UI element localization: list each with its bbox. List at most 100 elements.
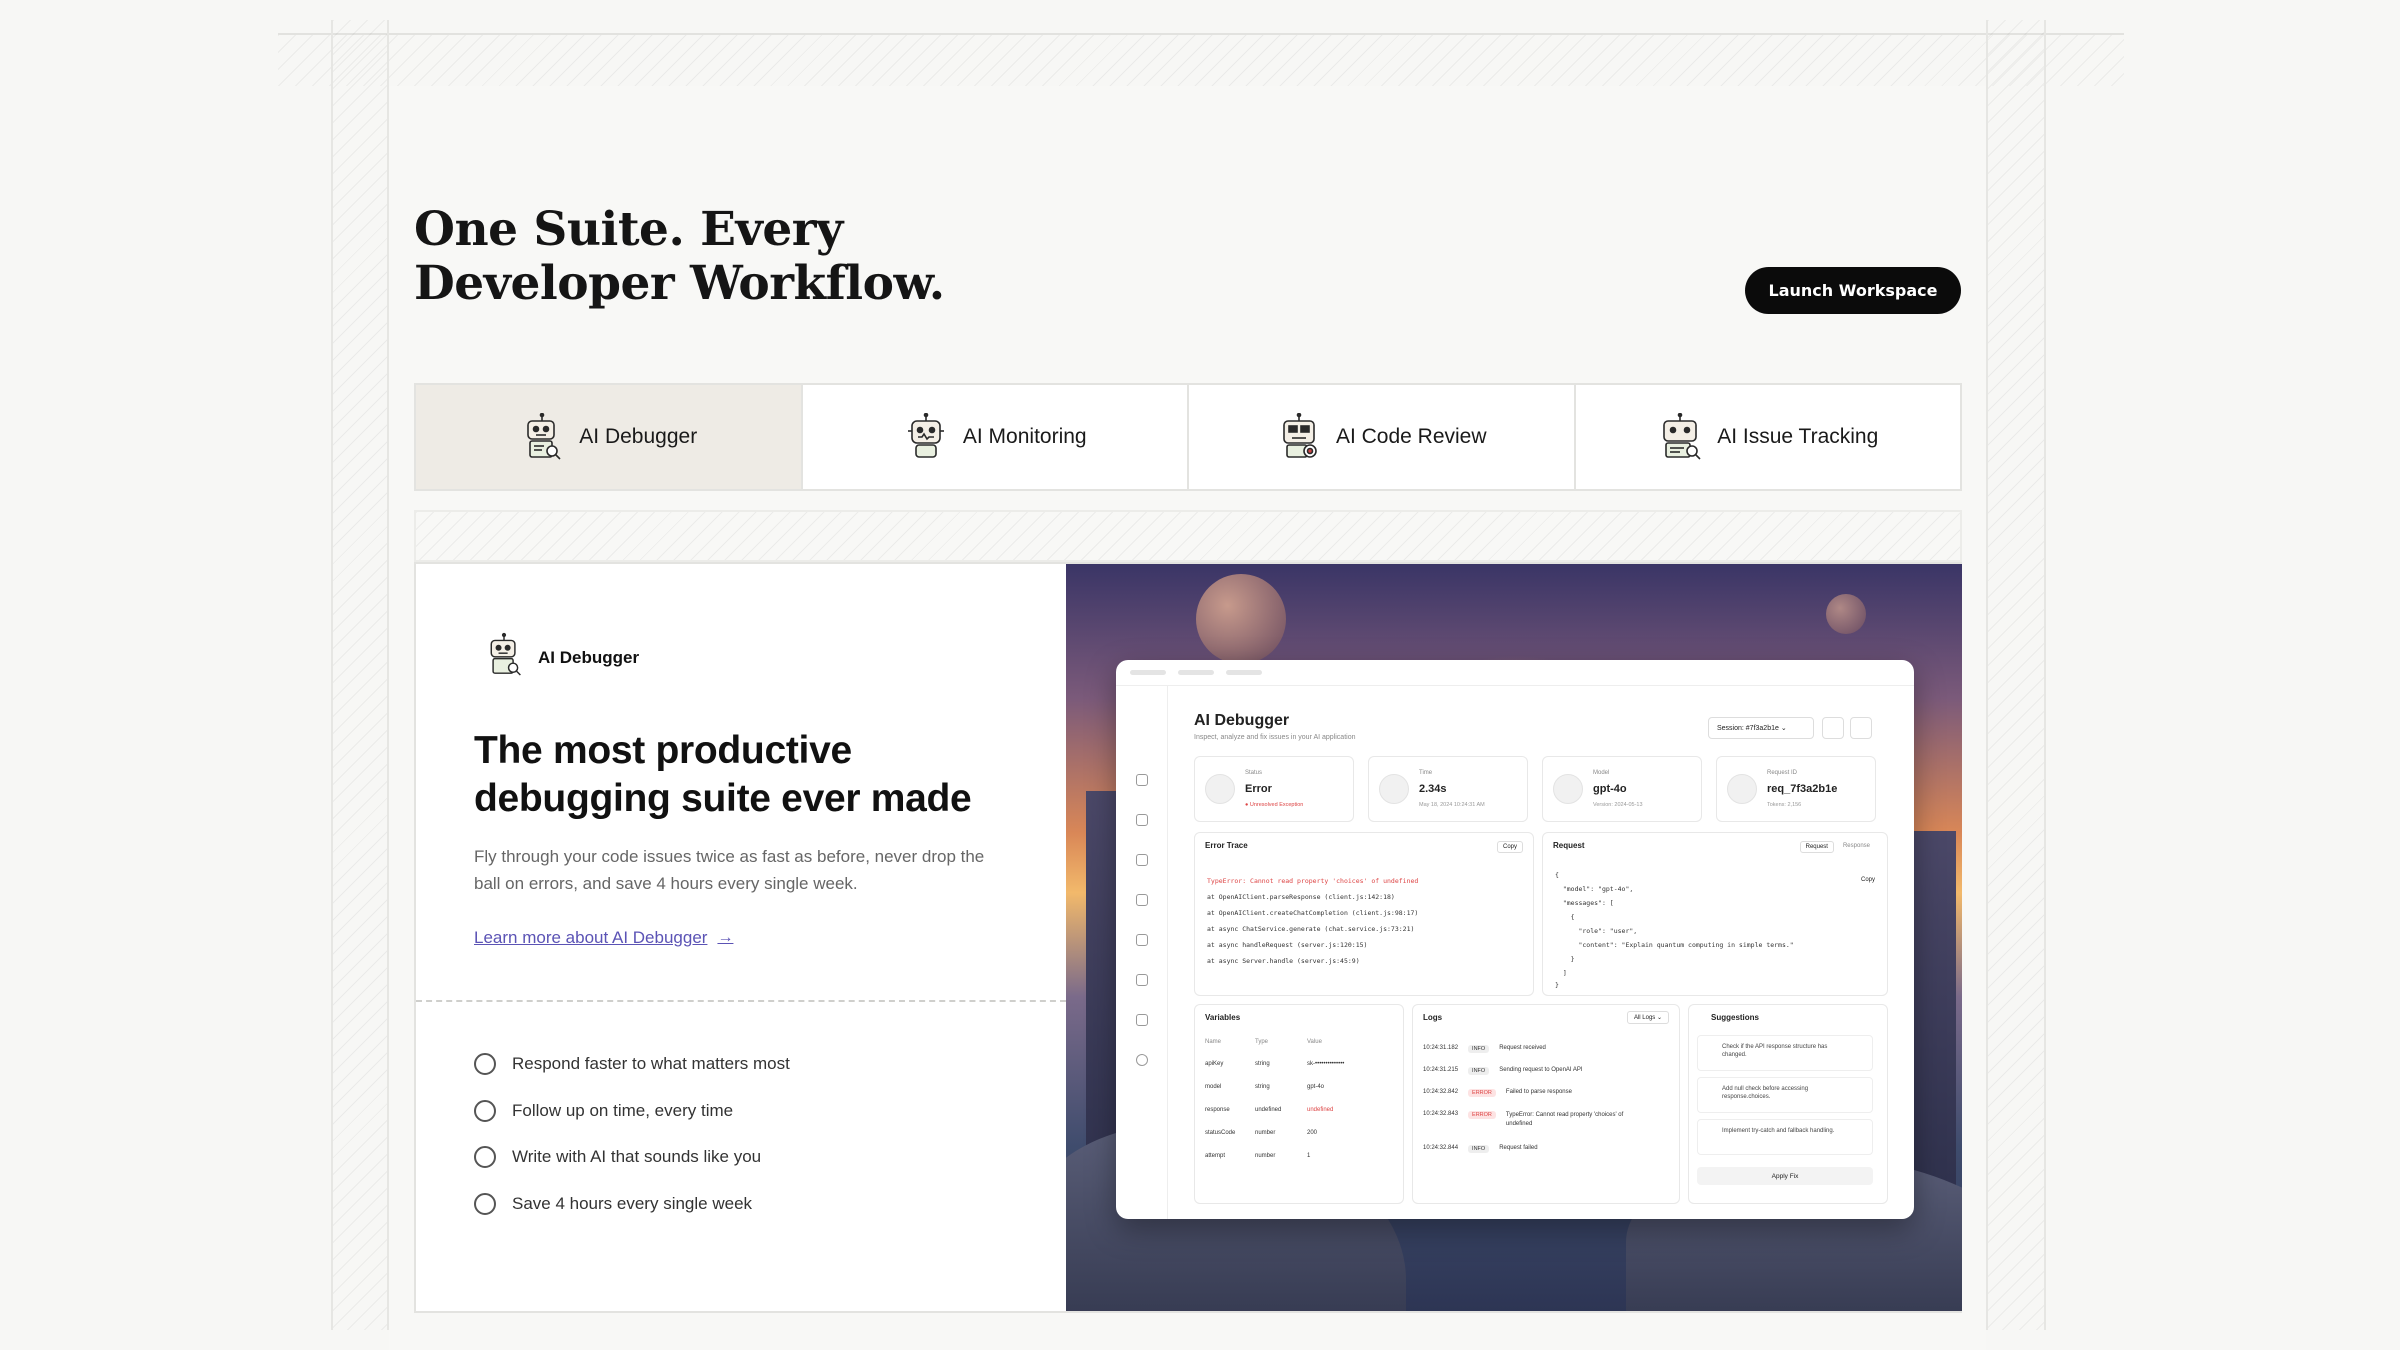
feature-copy: AI Debugger The most productive debuggin…	[416, 564, 1066, 1311]
stat-card-time: Time 2.34s May 18, 2024 10:24:31 AM	[1368, 756, 1528, 822]
suggestion-item[interactable]: Check if the API response structure has …	[1697, 1035, 1873, 1071]
col-header: Type	[1255, 1039, 1269, 1045]
stat-sub: May 18, 2024 10:24:31 AM	[1419, 802, 1485, 808]
suggestions-title-label: Suggestions	[1711, 1013, 1760, 1022]
stat-card-request-id: Request ID req_7f3a2b1e Tokens: 2,156	[1716, 756, 1876, 822]
launch-workspace-button[interactable]: Launch Workspace	[1745, 267, 1961, 314]
log-time: 10:24:31.215	[1423, 1067, 1459, 1073]
variables-title: Variables	[1205, 1013, 1241, 1022]
trace-line: at OpenAIClient.parseResponse (client.js…	[1207, 893, 1395, 901]
network-icon	[1136, 854, 1148, 866]
suggestions-title: Suggestions	[1699, 1013, 1759, 1022]
chart-icon	[1136, 974, 1148, 986]
code-icon	[1727, 774, 1757, 804]
log-level: INFO	[1468, 1145, 1490, 1153]
circle-icon	[474, 1099, 496, 1122]
cell: string	[1255, 1061, 1270, 1067]
cell: model	[1205, 1084, 1222, 1090]
feature-list: Respond faster to what matters most Foll…	[474, 1041, 790, 1227]
feature-item: Follow up on time, every time	[474, 1088, 790, 1135]
tab-request[interactable]: Request	[1799, 841, 1834, 853]
suggestion-item[interactable]: Implement try-catch and fallback handlin…	[1697, 1119, 1873, 1155]
cell: attempt	[1205, 1153, 1226, 1159]
file-icon	[1136, 934, 1148, 946]
cube-icon	[1553, 774, 1583, 804]
session-select[interactable]: Session: #7f3a2b1e ⌄	[1708, 717, 1814, 739]
code-line: {	[1555, 913, 1575, 921]
table-row: attempt number 1	[1205, 1153, 1310, 1159]
code-line: {	[1555, 871, 1559, 879]
stat-value: gpt-4o	[1593, 783, 1627, 795]
feature-item: Write with AI that sounds like you	[474, 1134, 790, 1181]
suggestion-text: Check if the API response structure has …	[1722, 1044, 1828, 1058]
tab-response[interactable]: Response	[1838, 841, 1875, 853]
code-line: "messages": [	[1555, 899, 1614, 907]
tab-ai-debugger[interactable]: AI Debugger	[416, 385, 803, 489]
robot-code-review-icon	[1276, 412, 1322, 462]
table-row: model string gpt-4o	[1205, 1084, 1324, 1090]
tab-ai-code-review[interactable]: AI Code Review	[1189, 385, 1576, 489]
feature-brand: AI Debugger	[484, 632, 639, 683]
code-line: }	[1555, 955, 1575, 963]
copy-button[interactable]: Copy	[1861, 877, 1875, 883]
hero-illustration: AI Debugger Inspect, analyze and fix iss…	[1066, 564, 1962, 1311]
decorative-band	[414, 510, 1962, 562]
clock-icon	[1379, 774, 1409, 804]
trash-icon[interactable]	[1850, 717, 1872, 739]
learn-more-link[interactable]: Learn more about AI Debugger →	[474, 928, 733, 948]
feature-brand-label: AI Debugger	[538, 647, 640, 667]
log-msg: TypeError: Cannot read property 'choices…	[1505, 1112, 1624, 1127]
tab-label: AI Monitoring	[962, 425, 1087, 448]
suggestion-item[interactable]: Add null check before accessing response…	[1697, 1077, 1873, 1113]
cell: gpt-4o	[1307, 1084, 1325, 1090]
logs-filter-select[interactable]: All Logs ⌄	[1626, 1011, 1669, 1024]
trace-line: at async handleRequest (server.js:120:15…	[1207, 941, 1368, 949]
log-time: 10:24:32.844	[1423, 1145, 1459, 1151]
feature-title: The most productive debugging suite ever…	[474, 729, 972, 820]
log-row: 10:24:32.844 INFO Request failed	[1423, 1145, 1538, 1153]
copy-button[interactable]: Copy	[1496, 841, 1523, 853]
circle-icon	[474, 1192, 496, 1215]
logs-card: Logs All Logs ⌄ 10:24:31.182 INFO Request …	[1412, 1004, 1680, 1204]
arrow-right-icon: →	[717, 929, 734, 946]
tab-label: AI Issue Tracking	[1717, 425, 1879, 448]
database-icon	[1136, 894, 1148, 906]
cell: number	[1255, 1153, 1276, 1159]
refresh-icon[interactable]	[1822, 717, 1844, 739]
page-title: One Suite. Every Developer Workflow.	[414, 203, 945, 311]
log-time: 10:24:32.842	[1423, 1089, 1459, 1095]
mockup-title: AI Debugger	[1194, 712, 1290, 729]
log-row: 10:24:32.842 ERROR Failed to parse respons…	[1423, 1089, 1572, 1097]
code-line: }	[1555, 981, 1559, 989]
feature-item: Save 4 hours every single week	[474, 1181, 790, 1228]
feature-item-label: Write with AI that sounds like you	[512, 1147, 762, 1167]
suggestion-text: Implement try-catch and fallback handlin…	[1722, 1128, 1835, 1134]
table-row: apiKey string sk-••••••••••••••	[1205, 1061, 1344, 1067]
stat-label: Model	[1593, 770, 1610, 776]
tab-label: AI Debugger	[579, 425, 698, 448]
tab-ai-monitoring[interactable]: AI Monitoring	[803, 385, 1189, 489]
cell: 200	[1307, 1130, 1318, 1136]
robot-debugger-icon	[484, 632, 524, 683]
logs-filter-label: All Logs	[1633, 1015, 1656, 1021]
stat-value: Error	[1245, 783, 1272, 795]
mockup-topbar	[1116, 660, 1914, 686]
apply-fix-label: Apply Fix	[1771, 1172, 1799, 1180]
feature-item-label: Follow up on time, every time	[512, 1100, 734, 1120]
stat-card-model: Model gpt-4o Version: 2024-05-13	[1542, 756, 1702, 822]
code-line: ]	[1555, 969, 1567, 977]
log-msg: Failed to parse response	[1505, 1089, 1572, 1095]
tab-ai-issue-tracking[interactable]: AI Issue Tracking	[1576, 385, 1961, 489]
log-row: 10:24:31.215 INFO Sending request to OpenA…	[1423, 1067, 1583, 1075]
apply-fix-button[interactable]: Apply Fix	[1697, 1167, 1873, 1185]
stat-sub: ● Unresolved Exception	[1245, 802, 1304, 808]
stat-card-status: Status Error ● Unresolved Exception	[1194, 756, 1354, 822]
log-msg: Request failed	[1499, 1145, 1538, 1151]
trace-line: at async ChatService.generate (chat.serv…	[1207, 925, 1415, 933]
circle-icon	[474, 1146, 496, 1169]
tab-label: AI Code Review	[1335, 425, 1487, 448]
col-header: Value	[1307, 1039, 1322, 1045]
headline-line-2: Developer Workflow.	[414, 256, 945, 311]
stat-label: Request ID	[1767, 770, 1798, 776]
mockup-sidebar	[1116, 686, 1168, 1219]
